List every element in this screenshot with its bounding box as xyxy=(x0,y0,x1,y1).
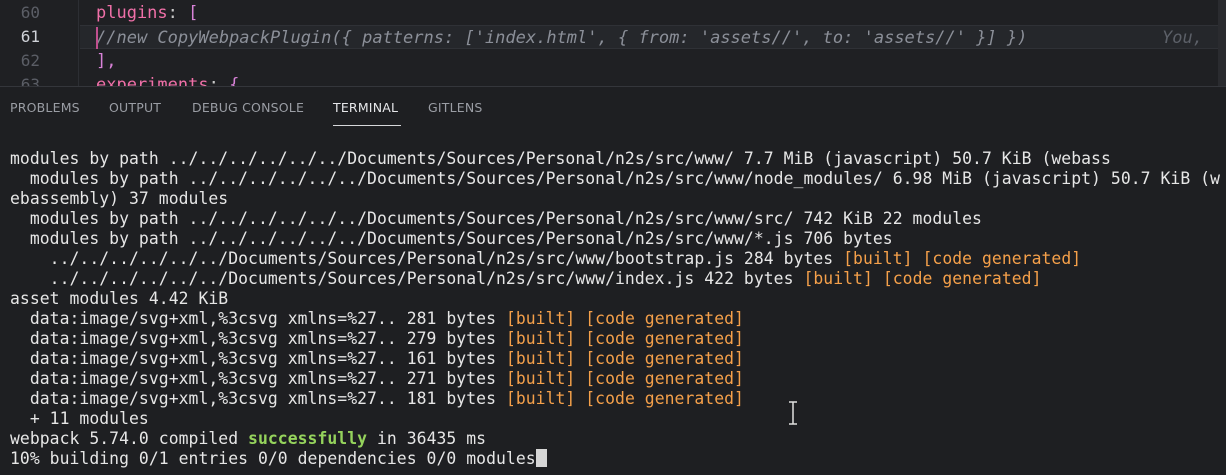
line-number: 60 xyxy=(20,3,40,22)
code-token-punctuation: : xyxy=(208,75,230,86)
terminal-text: ../../../../../../Documents/Sources/Pers… xyxy=(10,249,844,268)
tab-output[interactable]: OUTPUT xyxy=(109,100,161,126)
code-token-bracket: ], xyxy=(96,51,117,71)
code-generated-tag: [code generated] xyxy=(585,329,744,348)
code-line[interactable]: plugins: [ xyxy=(96,1,198,25)
code-generated-tag: [code generated] xyxy=(585,309,744,328)
tab-debug-console[interactable]: DEBUG CONSOLE xyxy=(192,100,304,126)
code-line[interactable]: experiments: { xyxy=(96,73,239,86)
terminal-line: data:image/svg+xml,%3csvg xmlns=%27.. 28… xyxy=(10,309,744,329)
code-token-key: experiments xyxy=(96,75,209,86)
terminal-line: data:image/svg+xml,%3csvg xmlns=%27.. 16… xyxy=(10,349,744,369)
terminal-text: ../../../../../../Documents/Sources/Pers… xyxy=(10,269,804,288)
terminal-text: data:image/svg+xml,%3csvg xmlns=%27.. 28… xyxy=(10,309,506,328)
terminal-text: webpack 5.74.0 compiled xyxy=(10,429,249,448)
indent-guide xyxy=(96,27,98,49)
tab-gitlens[interactable]: GITLENS xyxy=(428,100,483,126)
terminal-line: data:image/svg+xml,%3csvg xmlns=%27.. 27… xyxy=(10,369,744,389)
text-cursor-icon xyxy=(789,401,797,425)
code-editor[interactable]: 60 61 62 63 plugins: [ //new CopyWebpack… xyxy=(0,0,1226,86)
terminal-line: modules by path ../../../../../../Docume… xyxy=(10,209,982,228)
terminal-line: ../../../../../../Documents/Sources/Pers… xyxy=(10,249,1081,269)
code-generated-tag: [code generated] xyxy=(922,249,1082,268)
tab-label: OUTPUT xyxy=(109,100,162,115)
built-tag: [built] xyxy=(505,309,576,328)
code-generated-tag: [code generated] xyxy=(585,349,744,368)
tab-problems[interactable]: PROBLEMS xyxy=(10,100,80,126)
line-number-current: 61 xyxy=(20,27,40,46)
code-line[interactable]: ], xyxy=(96,49,116,73)
line-number-gutter: 60 61 62 63 xyxy=(0,0,78,86)
code-generated-tag: [code generated] xyxy=(882,269,1042,288)
git-blame-annotation: You, xyxy=(1162,28,1203,48)
terminal-output[interactable]: modules by path ../../../../../../Docume… xyxy=(0,149,1226,474)
built-tag: [built] xyxy=(505,389,576,408)
built-tag: [built] xyxy=(505,369,576,388)
terminal-line-progress: 10% building 0/1 entries 0/0 dependencie… xyxy=(10,449,547,469)
line-number: 63 xyxy=(20,75,40,86)
terminal-text: data:image/svg+xml,%3csvg xmlns=%27.. 16… xyxy=(10,349,506,368)
code-token-key: plugins xyxy=(96,3,168,23)
active-tab-indicator xyxy=(333,125,401,126)
terminal-text: data:image/svg+xml,%3csvg xmlns=%27.. 27… xyxy=(10,329,506,348)
tab-label: GITLENS xyxy=(428,100,483,115)
tab-label: DEBUG CONSOLE xyxy=(192,100,305,115)
code-line-current[interactable]: //new CopyWebpackPlugin({ patterns: ['in… xyxy=(80,25,1226,49)
built-tag: [built] xyxy=(505,349,576,368)
editor-scrollbar[interactable] xyxy=(1218,0,1226,86)
terminal-line: + 11 modules xyxy=(10,409,149,428)
terminal-line: data:image/svg+xml,%3csvg xmlns=%27.. 27… xyxy=(10,329,744,349)
terminal-text: data:image/svg+xml,%3csvg xmlns=%27.. 18… xyxy=(10,389,506,408)
code-generated-tag: [code generated] xyxy=(585,369,744,388)
built-tag: [built] xyxy=(843,249,913,268)
terminal-line: asset modules 4.42 KiB xyxy=(10,289,229,308)
terminal-line: ebassembly) 37 modules xyxy=(10,189,229,208)
success-status: successfully xyxy=(248,429,368,448)
code-token-bracket: { xyxy=(229,75,240,86)
terminal-cursor xyxy=(535,449,547,467)
tab-terminal[interactable]: TERMINAL xyxy=(333,100,401,126)
panel-tab-bar: PROBLEMS OUTPUT DEBUG CONSOLE TERMINAL G… xyxy=(0,87,1226,127)
code-generated-tag: [code generated] xyxy=(585,389,744,408)
terminal-line: modules by path ../../../../../../Docume… xyxy=(10,149,1111,168)
terminal-text: 10% building 0/1 entries 0/0 dependencie… xyxy=(10,449,536,468)
terminal-line: data:image/svg+xml,%3csvg xmlns=%27.. 18… xyxy=(10,389,744,409)
terminal-line-compiled: webpack 5.74.0 compiled successfully in … xyxy=(10,429,486,449)
tab-label: TERMINAL xyxy=(333,100,399,115)
gutter-separator xyxy=(78,0,79,86)
code-token-punctuation: : xyxy=(167,3,189,23)
line-number: 62 xyxy=(20,51,40,70)
terminal-line: ../../../../../../Documents/Sources/Pers… xyxy=(10,269,1042,289)
terminal-text: data:image/svg+xml,%3csvg xmlns=%27.. 27… xyxy=(10,369,506,388)
code-comment: //new CopyWebpackPlugin({ patterns: ['in… xyxy=(96,28,1028,48)
built-tag: [built] xyxy=(803,269,873,288)
tab-label: PROBLEMS xyxy=(10,100,80,115)
terminal-line: modules by path ../../../../../../Docume… xyxy=(10,169,1220,188)
code-token-bracket: [ xyxy=(188,3,199,23)
terminal-line: modules by path ../../../../../../Docume… xyxy=(10,229,893,248)
terminal-text: in 36435 ms xyxy=(367,429,487,448)
built-tag: [built] xyxy=(505,329,576,348)
bottom-panel: PROBLEMS OUTPUT DEBUG CONSOLE TERMINAL G… xyxy=(0,86,1226,475)
